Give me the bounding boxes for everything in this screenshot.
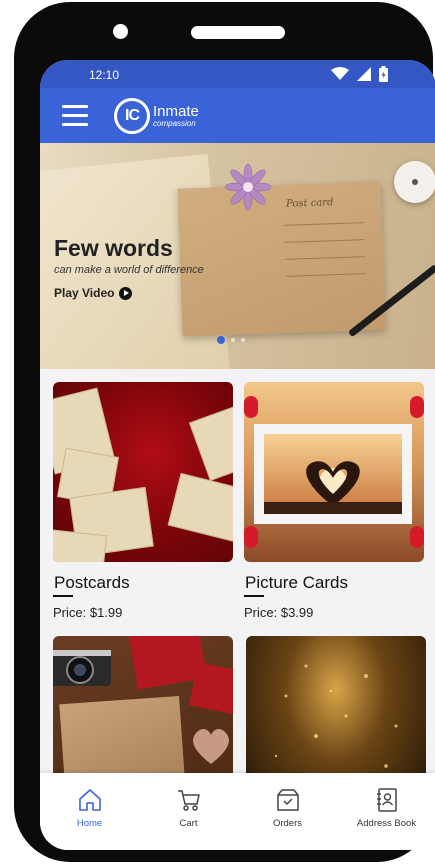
candle-decoration xyxy=(394,161,435,203)
vintage-postcards-image xyxy=(53,382,233,562)
product-price: Price: $1.99 xyxy=(53,605,123,620)
battery-icon xyxy=(379,66,388,82)
carousel-dot[interactable] xyxy=(231,338,235,342)
frame-clip xyxy=(244,526,258,548)
product-price: Price: $3.99 xyxy=(244,605,314,620)
status-time: 12:10 xyxy=(89,68,120,82)
heart-hands-sunset-image xyxy=(244,382,424,562)
nav-home[interactable]: Home xyxy=(40,773,139,850)
product-title: Picture Cards xyxy=(245,573,348,592)
app-logo[interactable]: IC Inmate compassion xyxy=(114,96,199,136)
logo-tagline: compassion xyxy=(153,119,196,128)
status-bar: 12:10 xyxy=(40,60,435,88)
nav-orders-label: Orders xyxy=(272,818,303,829)
play-icon xyxy=(119,286,133,300)
play-video-button[interactable]: Play Video xyxy=(54,286,133,300)
nav-address-book-label: Address Book xyxy=(356,818,417,829)
logo-name: Inmate xyxy=(153,103,199,120)
title-underline xyxy=(244,595,264,597)
logo-text: Inmate compassion xyxy=(153,104,199,128)
postcard-address-lines xyxy=(283,222,366,293)
promo-banner-carousel[interactable]: Post card Few words can make a world of … xyxy=(40,143,435,369)
signal-icon xyxy=(357,67,371,81)
home-icon xyxy=(78,789,101,811)
postcard-label: Post card xyxy=(285,197,334,210)
earpiece-speaker xyxy=(191,26,285,39)
banner-headline: Few words xyxy=(54,235,173,261)
frame-clip xyxy=(410,396,424,418)
menu-icon-line xyxy=(62,123,88,126)
nav-cart[interactable]: Cart xyxy=(139,773,238,850)
front-camera xyxy=(113,24,128,39)
logo-mark: IC xyxy=(114,98,150,134)
status-icons xyxy=(331,66,388,82)
play-video-label: Play Video xyxy=(54,286,115,300)
app-screen: 12:10 IC Inmate compassion Post card Few… xyxy=(40,60,435,850)
nav-home-label: Home xyxy=(76,818,103,829)
carousel-indicator xyxy=(217,336,245,344)
flower-icon xyxy=(224,163,272,211)
heart-icon xyxy=(193,728,229,764)
banner-subheadline: can make a world of difference xyxy=(54,264,204,276)
product-card[interactable]: Postcards Price: $1.99 xyxy=(53,382,233,620)
wifi-icon xyxy=(331,67,349,80)
camera-icon xyxy=(53,650,111,686)
photo-frame xyxy=(254,424,412,524)
carousel-dot[interactable] xyxy=(241,338,245,342)
product-card[interactable]: Picture Cards Price: $3.99 xyxy=(244,382,424,620)
menu-icon-line xyxy=(62,114,88,117)
postcard-shape xyxy=(53,528,108,562)
product-title: Postcards xyxy=(54,573,130,592)
carousel-dot-active[interactable] xyxy=(217,336,225,344)
app-bar: IC Inmate compassion xyxy=(40,88,435,143)
red-gift-box xyxy=(188,661,233,715)
nav-cart-label: Cart xyxy=(179,818,198,829)
nav-orders[interactable]: Orders xyxy=(238,773,337,850)
orders-icon xyxy=(276,789,299,811)
menu-icon-line xyxy=(62,105,88,108)
postcard-shape xyxy=(188,404,233,482)
heart-hands-icon xyxy=(264,461,402,514)
title-underline xyxy=(53,595,73,597)
address-book-icon xyxy=(376,788,397,812)
frame-clip xyxy=(410,526,424,548)
frame-clip xyxy=(244,396,258,418)
phone-frame: 12:10 IC Inmate compassion Post card Few… xyxy=(14,2,435,862)
postcard-shape xyxy=(167,472,233,546)
cart-icon xyxy=(177,790,200,811)
nav-address-book[interactable]: Address Book xyxy=(337,773,435,850)
bottom-navigation: Home Cart Orders Address Book xyxy=(40,773,435,850)
banner-postcard-image: Post card xyxy=(177,181,386,337)
hamburger-menu-button[interactable] xyxy=(62,105,88,127)
